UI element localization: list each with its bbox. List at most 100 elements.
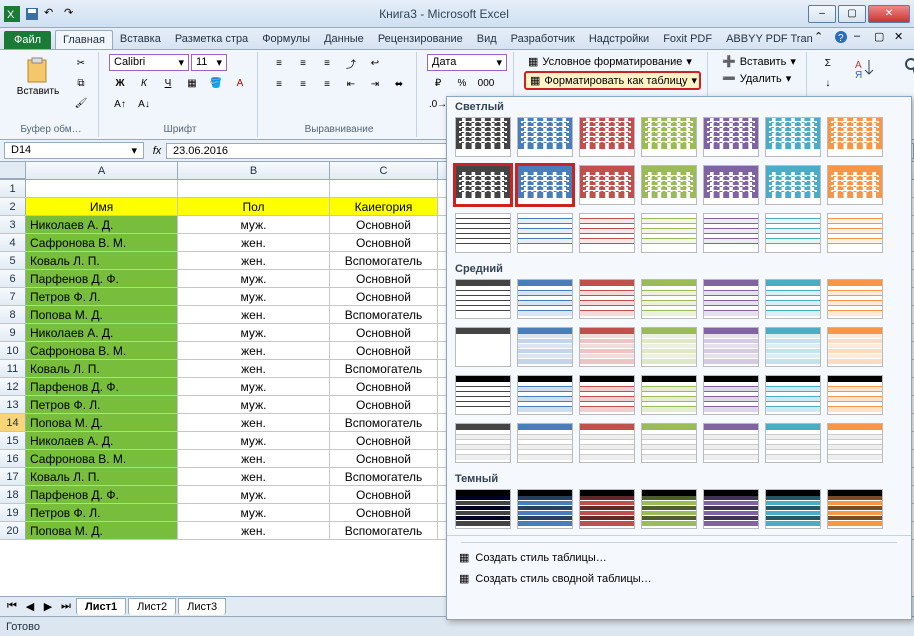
new-pivot-table-style-button[interactable]: ▦ Создать стиль сводной таблицы… [455,570,903,587]
cell[interactable]: Основной [330,342,438,359]
table-style-swatch[interactable] [765,213,821,253]
new-table-style-button[interactable]: ▦ Создать стиль таблицы… [455,549,903,566]
table-style-swatch[interactable] [765,423,821,463]
table-style-swatch[interactable] [455,327,511,367]
table-style-swatch[interactable] [827,489,883,529]
cell[interactable]: Имя [26,198,178,215]
ribbon-tab[interactable]: Вид [470,30,504,49]
cell[interactable]: Основной [330,378,438,395]
cell[interactable]: Петров Ф. Л. [26,288,178,305]
table-style-swatch[interactable] [765,375,821,415]
ribbon-tab[interactable]: ABBYY PDF Tran [719,30,820,49]
cell[interactable]: муж. [178,396,330,413]
table-style-swatch[interactable] [517,213,573,253]
cell[interactable]: Николаев А. Д. [26,324,178,341]
row-header[interactable]: 15 [0,432,26,449]
cell[interactable]: Основной [330,270,438,287]
table-style-swatch[interactable] [827,279,883,319]
ribbon-tab[interactable]: Формулы [255,30,317,49]
align-right-icon[interactable]: ≡ [316,75,338,93]
row-header[interactable]: 20 [0,522,26,539]
table-style-swatch[interactable] [827,375,883,415]
ribbon-tab[interactable]: Надстройки [582,30,656,49]
paste-button[interactable]: Вставить [10,54,66,97]
table-style-swatch[interactable] [641,423,697,463]
cell[interactable]: муж. [178,378,330,395]
redo-icon[interactable]: ↷ [64,6,80,22]
minimize-button[interactable]: – [808,5,836,23]
cell[interactable]: муж. [178,216,330,233]
decrease-indent-icon[interactable]: ⇤ [340,75,362,93]
undo-icon[interactable]: ↶ [44,6,60,22]
table-style-swatch[interactable] [517,327,573,367]
cell[interactable]: жен. [178,522,330,539]
align-bottom-icon[interactable]: ≡ [316,54,338,72]
close-button[interactable]: ✕ [868,5,910,23]
table-style-swatch[interactable] [455,117,511,157]
sheet-nav-last-icon[interactable]: ⏭ [58,600,74,614]
table-style-swatch[interactable] [641,165,697,205]
cell[interactable]: Основной [330,504,438,521]
number-format-combo[interactable]: Дата▾ [427,54,507,71]
wrap-text-icon[interactable]: ↩ [364,54,386,72]
table-style-swatch[interactable] [641,117,697,157]
cell[interactable]: Коваль Л. П. [26,360,178,377]
file-tab[interactable]: Файл [4,31,51,49]
cell[interactable]: жен. [178,360,330,377]
row-header[interactable]: 11 [0,360,26,377]
table-style-swatch[interactable] [455,279,511,319]
align-center-icon[interactable]: ≡ [292,75,314,93]
row-header[interactable]: 17 [0,468,26,485]
fill-icon[interactable]: ↓ [817,74,839,92]
align-left-icon[interactable]: ≡ [268,75,290,93]
cell[interactable]: Основной [330,234,438,251]
sheet-nav-first-icon[interactable]: ⏮ [4,600,20,614]
ribbon-tab[interactable]: Foxit PDF [656,30,719,49]
window-close-icon[interactable]: ✕ [894,30,908,44]
table-style-swatch[interactable] [579,375,635,415]
table-style-swatch[interactable] [765,165,821,205]
table-style-swatch[interactable] [579,327,635,367]
table-style-swatch[interactable] [827,213,883,253]
autosum-icon[interactable]: Σ [817,54,839,72]
cell[interactable]: Вспомогатель [330,252,438,269]
table-style-swatch[interactable] [579,117,635,157]
table-style-swatch[interactable] [765,489,821,529]
table-style-swatch[interactable] [765,117,821,157]
border-button[interactable]: ▦ [181,74,203,92]
help-icon[interactable]: ? [834,30,848,44]
format-painter-icon[interactable]: 🖌 [70,94,92,112]
table-style-swatch[interactable] [703,327,759,367]
percent-icon[interactable]: % [451,74,473,92]
underline-button[interactable]: Ч [157,74,179,92]
row-header[interactable]: 3 [0,216,26,233]
row-header[interactable]: 18 [0,486,26,503]
cell[interactable]: жен. [178,342,330,359]
ribbon-tab[interactable]: Данные [317,30,371,49]
cell[interactable]: Основной [330,432,438,449]
table-style-swatch[interactable] [455,423,511,463]
row-header[interactable]: 9 [0,324,26,341]
orientation-icon[interactable]: ⤴ [340,54,362,72]
table-style-swatch[interactable] [455,213,511,253]
cell[interactable]: Основной [330,288,438,305]
table-style-swatch[interactable] [703,279,759,319]
cell[interactable]: Попова М. Д. [26,306,178,323]
font-name-combo[interactable]: Calibri▾ [109,54,189,71]
table-style-swatch[interactable] [703,165,759,205]
table-style-swatch[interactable] [641,279,697,319]
currency-icon[interactable]: ₽ [427,74,449,92]
cell[interactable]: жен. [178,252,330,269]
column-header[interactable]: A [26,162,178,179]
cell[interactable]: Каиегория [330,198,438,215]
column-header[interactable]: C [330,162,438,179]
delete-cells-button[interactable]: ➖Удалить▾ [718,71,800,86]
table-style-swatch[interactable] [517,375,573,415]
row-header[interactable]: 8 [0,306,26,323]
table-style-swatch[interactable] [827,117,883,157]
table-style-swatch[interactable] [579,279,635,319]
cell[interactable]: Основной [330,396,438,413]
font-color-button[interactable]: A [229,74,251,92]
window-min-icon[interactable]: – [854,30,868,44]
ribbon-tab[interactable]: Разметка стра [168,30,255,49]
